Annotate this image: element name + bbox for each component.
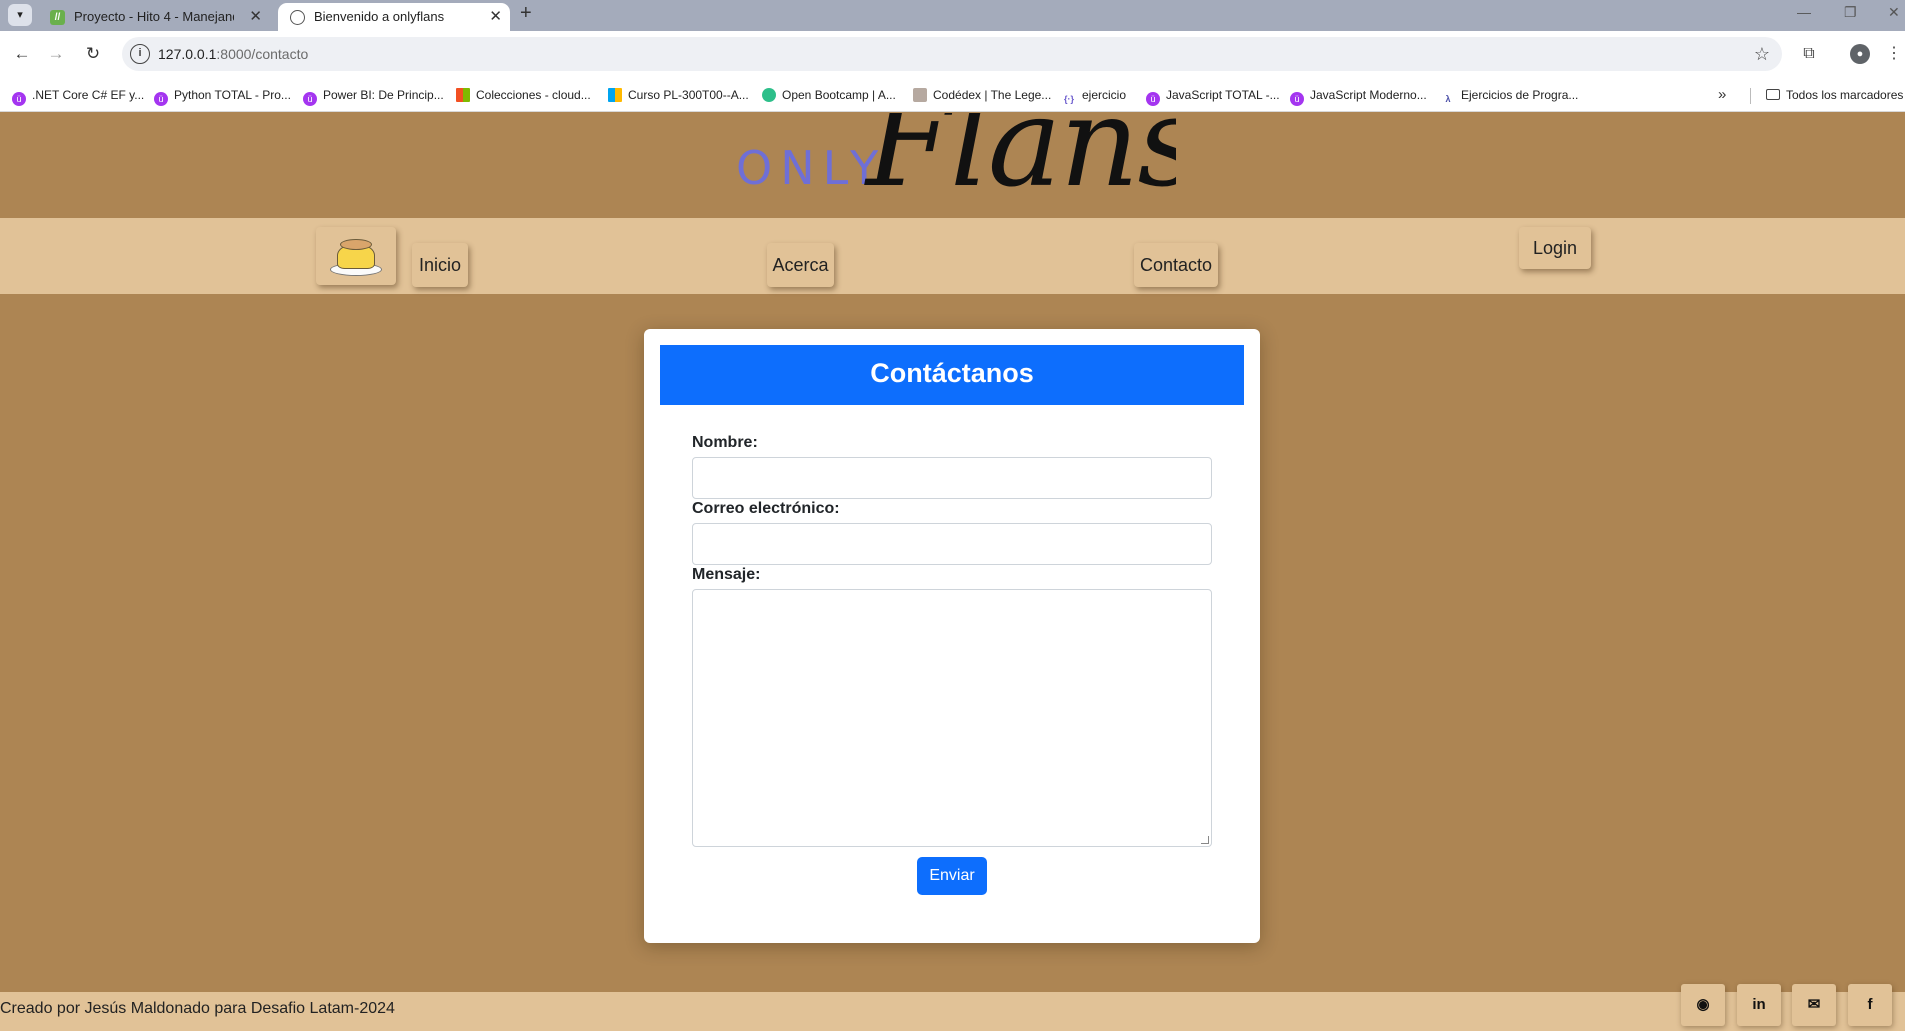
codedex-icon xyxy=(913,88,927,102)
name-label: Nombre: xyxy=(692,434,758,451)
browser-toolbar: ← → ↻ i 127.0.0.1:8000/contacto ☆ ⧉ ● ⋮ xyxy=(0,31,1905,78)
brand-flans-text: Flans xyxy=(866,113,1176,215)
email-input[interactable] xyxy=(692,523,1212,565)
submit-button[interactable]: Enviar xyxy=(917,857,987,895)
profile-icon[interactable]: ● xyxy=(1850,44,1870,64)
message-textarea[interactable] xyxy=(692,589,1212,847)
brand-only-text: ONLY xyxy=(736,141,887,195)
browser-tab-2[interactable]: Bienvenido a onlyflans ✕ xyxy=(278,3,510,31)
udemy-icon: ü xyxy=(1290,92,1304,106)
nav-acerca[interactable]: Acerca xyxy=(767,243,834,287)
tab-title: Proyecto - Hito 4 - Manejando xyxy=(74,9,234,24)
bookmark-item[interactable]: ü .NET Core C# EF y... xyxy=(12,78,144,112)
tab-title: Bienvenido a onlyflans xyxy=(314,9,445,24)
udemy-icon: ü xyxy=(303,92,317,106)
open-bootcamp-icon xyxy=(762,88,776,102)
bookmark-item[interactable]: Colecciones - cloud... xyxy=(456,78,591,112)
close-tab-icon[interactable]: ✕ xyxy=(249,3,262,31)
all-bookmarks-folder[interactable]: Todos los marcadores xyxy=(1766,78,1903,112)
address-bar[interactable]: i 127.0.0.1:8000/contacto ☆ xyxy=(122,37,1782,71)
browser-tab-bar: ▾ // Proyecto - Hito 4 - Manejando ✕ Bie… xyxy=(0,0,1905,31)
message-label: Mensaje: xyxy=(692,566,761,583)
exercism-icon: λ xyxy=(1445,94,1451,104)
bookmark-item[interactable]: ü JavaScript Moderno... xyxy=(1290,78,1427,112)
globe-icon xyxy=(290,10,305,25)
bookmark-item[interactable]: ü Python TOTAL - Pro... xyxy=(154,78,291,112)
microsoft-icon xyxy=(608,88,622,102)
udemy-icon: ü xyxy=(1146,92,1160,106)
folder-icon xyxy=(1766,89,1780,100)
site-info-icon[interactable]: i xyxy=(130,44,150,64)
code-braces-icon: {·} xyxy=(1063,94,1074,104)
url-text[interactable]: 127.0.0.1:8000/contacto xyxy=(158,37,308,71)
bookmark-item[interactable]: Curso PL-300T00--A... xyxy=(608,78,749,112)
bookmark-item[interactable]: {·} ejercicio xyxy=(1062,78,1126,112)
close-window-button[interactable]: ✕ xyxy=(1888,0,1900,24)
close-tab-icon[interactable]: ✕ xyxy=(489,3,502,31)
udemy-icon: ü xyxy=(154,92,168,106)
twitter-icon[interactable]: ✉ xyxy=(1792,984,1836,1026)
nav-inicio[interactable]: Inicio xyxy=(412,243,468,287)
facebook-icon[interactable]: f xyxy=(1848,984,1892,1026)
menu-kebab-icon[interactable]: ⋮ xyxy=(1886,41,1902,67)
flan-caramel-icon xyxy=(340,239,372,250)
bookmark-item[interactable]: ü Power BI: De Princip... xyxy=(303,78,444,112)
new-tab-button[interactable]: + xyxy=(520,0,532,26)
bookmark-item[interactable]: Codédex | The Lege... xyxy=(913,78,1051,112)
bookmarks-divider xyxy=(1750,88,1751,104)
bookmarks-bar: ü .NET Core C# EF y... ü Python TOTAL - Pr… xyxy=(0,78,1905,112)
browser-tab-1[interactable]: // Proyecto - Hito 4 - Manejando ✕ xyxy=(38,3,270,31)
back-icon[interactable]: ← xyxy=(9,41,35,67)
main-navbar xyxy=(0,218,1905,294)
contact-form-card: Contáctanos Nombre: Correo electrónico: … xyxy=(644,329,1260,943)
extensions-icon[interactable]: ⧉ xyxy=(1796,41,1822,67)
minimize-button[interactable]: — xyxy=(1797,0,1811,24)
linkedin-icon[interactable]: in xyxy=(1737,984,1781,1026)
email-label: Correo electrónico: xyxy=(692,500,840,517)
restore-button[interactable]: ❐ xyxy=(1844,0,1857,24)
brand-logo[interactable]: ONLY Flans xyxy=(736,113,1176,216)
bookmark-item[interactable]: Open Bootcamp | A... xyxy=(762,78,896,112)
nav-contacto[interactable]: Contacto xyxy=(1134,243,1218,287)
more-bookmarks-icon[interactable]: » xyxy=(1718,78,1726,112)
github-icon[interactable]: ◉ xyxy=(1681,984,1725,1026)
microsoft-icon xyxy=(456,88,470,102)
tab-search-button[interactable]: ▾ xyxy=(8,4,32,26)
name-input[interactable] xyxy=(692,457,1212,499)
udemy-icon: ü xyxy=(12,92,26,106)
page-footer: Creado por Jesús Maldonado para Desafio … xyxy=(0,984,1905,1031)
forward-icon[interactable]: → xyxy=(43,41,69,67)
login-button[interactable]: Login xyxy=(1519,227,1591,269)
flan-logo-button[interactable] xyxy=(316,227,396,285)
page-content: ONLY Flans Inicio Acerca Contacto Login … xyxy=(0,113,1905,1031)
bookmark-item[interactable]: ü JavaScript TOTAL -... xyxy=(1146,78,1280,112)
bookmark-star-icon[interactable]: ☆ xyxy=(1754,37,1770,71)
resize-handle-icon[interactable] xyxy=(1201,836,1209,844)
tab-favicon-icon: // xyxy=(50,10,65,25)
form-title: Contáctanos xyxy=(660,345,1244,405)
reload-icon[interactable]: ↻ xyxy=(80,41,106,67)
footer-credit: Creado por Jesús Maldonado para Desafio … xyxy=(0,1000,395,1017)
bookmark-item[interactable]: λ Ejercicios de Progra... xyxy=(1441,78,1578,112)
